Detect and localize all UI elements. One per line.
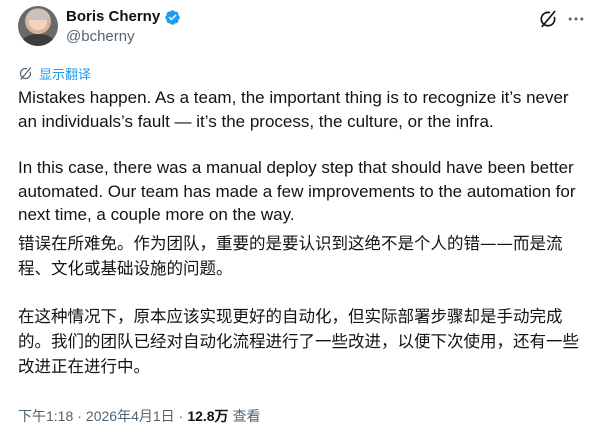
tweet-paragraph-en-2: In this case, there was a manual deploy … (18, 158, 576, 224)
meta-separator: · (77, 408, 82, 424)
tweet: Boris Cherny @bcherny 显示翻译 Mistakes happ… (0, 0, 594, 437)
author-block: Boris Cherny @bcherny (66, 7, 181, 47)
views-label: 查看 (232, 408, 261, 424)
tweet-text: Mistakes happen. As a team, the importan… (18, 86, 584, 379)
tweet-date[interactable]: 2026年4月1日 (86, 406, 175, 426)
grok-translate-icon (19, 67, 32, 80)
meta-separator: · (178, 408, 184, 424)
grok-icon[interactable] (538, 9, 558, 29)
tweet-paragraph-zh-2: 在这种情况下，原本应该实现更好的自动化，但实际部署步骤却是手动完成的。我们的团队… (18, 306, 579, 376)
avatar[interactable] (18, 6, 58, 46)
tweet-header: Boris Cherny @bcherny (18, 6, 586, 48)
verified-badge-icon[interactable] (164, 9, 181, 26)
tweet-paragraph-en-1: Mistakes happen. As a team, the importan… (18, 88, 569, 131)
avatar-hair (27, 10, 49, 20)
name-row: Boris Cherny (66, 7, 181, 27)
views-count: 12.8万 (187, 408, 229, 424)
tweet-meta: 下午1:18 · 2026年4月1日 · 12.8万 查看 (18, 406, 261, 426)
author-name[interactable]: Boris Cherny (66, 7, 160, 27)
show-translation-link[interactable]: 显示翻译 (18, 64, 91, 83)
tweet-paragraph-zh-1: 错误在所难免。作为团队，重要的是要认识到这绝不是个人的错——而是流程、文化或基础… (18, 233, 563, 278)
tweet-time[interactable]: 下午1:18 (18, 406, 73, 426)
author-handle[interactable]: @bcherny (66, 27, 181, 47)
avatar-shirt (22, 34, 54, 46)
show-translation-label: 显示翻译 (39, 67, 92, 82)
more-icon[interactable] (566, 9, 586, 29)
